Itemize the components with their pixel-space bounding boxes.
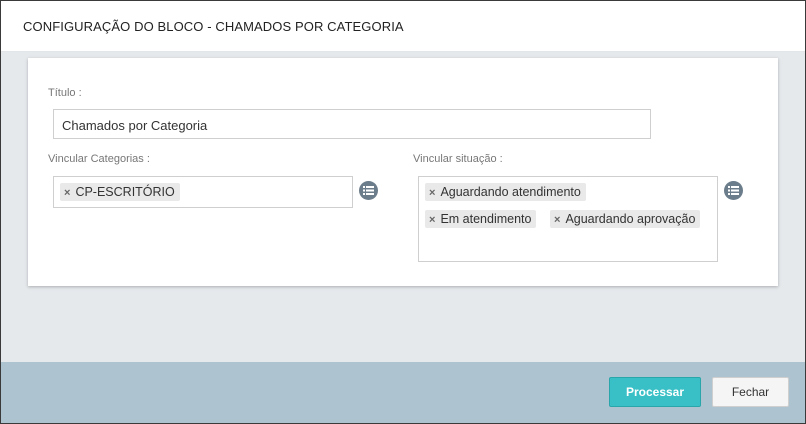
categorias-select[interactable]: × CP-ESCRITÓRIO — [53, 176, 353, 208]
titulo-value: Chamados por Categoria — [62, 118, 208, 133]
remove-tag-icon[interactable]: × — [429, 214, 435, 226]
list-icon — [363, 186, 374, 195]
situacao-tag: × Aguardando aprovação — [550, 210, 701, 228]
situacao-label: Vincular situação : — [413, 153, 503, 165]
titulo-input[interactable]: Chamados por Categoria — [53, 109, 651, 139]
dialog-footer: Processar Fechar — [1, 362, 805, 423]
categorias-label: Vincular Categorias : — [48, 153, 150, 165]
config-dialog: CONFIGURAÇÃO DO BLOCO - CHAMADOS POR CAT… — [0, 0, 806, 424]
dialog-body: Título : Chamados por Categoria Vincular… — [1, 52, 805, 362]
categoria-tag-label: CP-ESCRITÓRIO — [75, 185, 175, 199]
situacao-tag-label: Aguardando aprovação — [565, 212, 696, 226]
form-card: Título : Chamados por Categoria Vincular… — [28, 58, 778, 286]
list-icon — [728, 186, 739, 195]
dialog-header: CONFIGURAÇÃO DO BLOCO - CHAMADOS POR CAT… — [1, 1, 805, 52]
remove-tag-icon[interactable]: × — [64, 187, 70, 199]
fechar-button[interactable]: Fechar — [712, 377, 789, 407]
dialog-title: CONFIGURAÇÃO DO BLOCO - CHAMADOS POR CAT… — [23, 19, 404, 34]
situacao-tag-label: Em atendimento — [440, 212, 532, 226]
categorias-list-button[interactable] — [359, 181, 378, 200]
remove-tag-icon[interactable]: × — [429, 187, 435, 199]
situacao-tag: × Em atendimento — [425, 210, 537, 228]
situacao-tag-label: Aguardando atendimento — [440, 185, 581, 199]
situacao-tag: × Aguardando atendimento — [425, 183, 586, 201]
situacao-select[interactable]: × Aguardando atendimento × Em atendimento … — [418, 176, 718, 262]
categoria-tag: × CP-ESCRITÓRIO — [60, 183, 180, 201]
remove-tag-icon[interactable]: × — [554, 214, 560, 226]
situacao-list-button[interactable] — [724, 181, 743, 200]
processar-button[interactable]: Processar — [609, 377, 701, 407]
titulo-label: Título : — [48, 87, 82, 99]
